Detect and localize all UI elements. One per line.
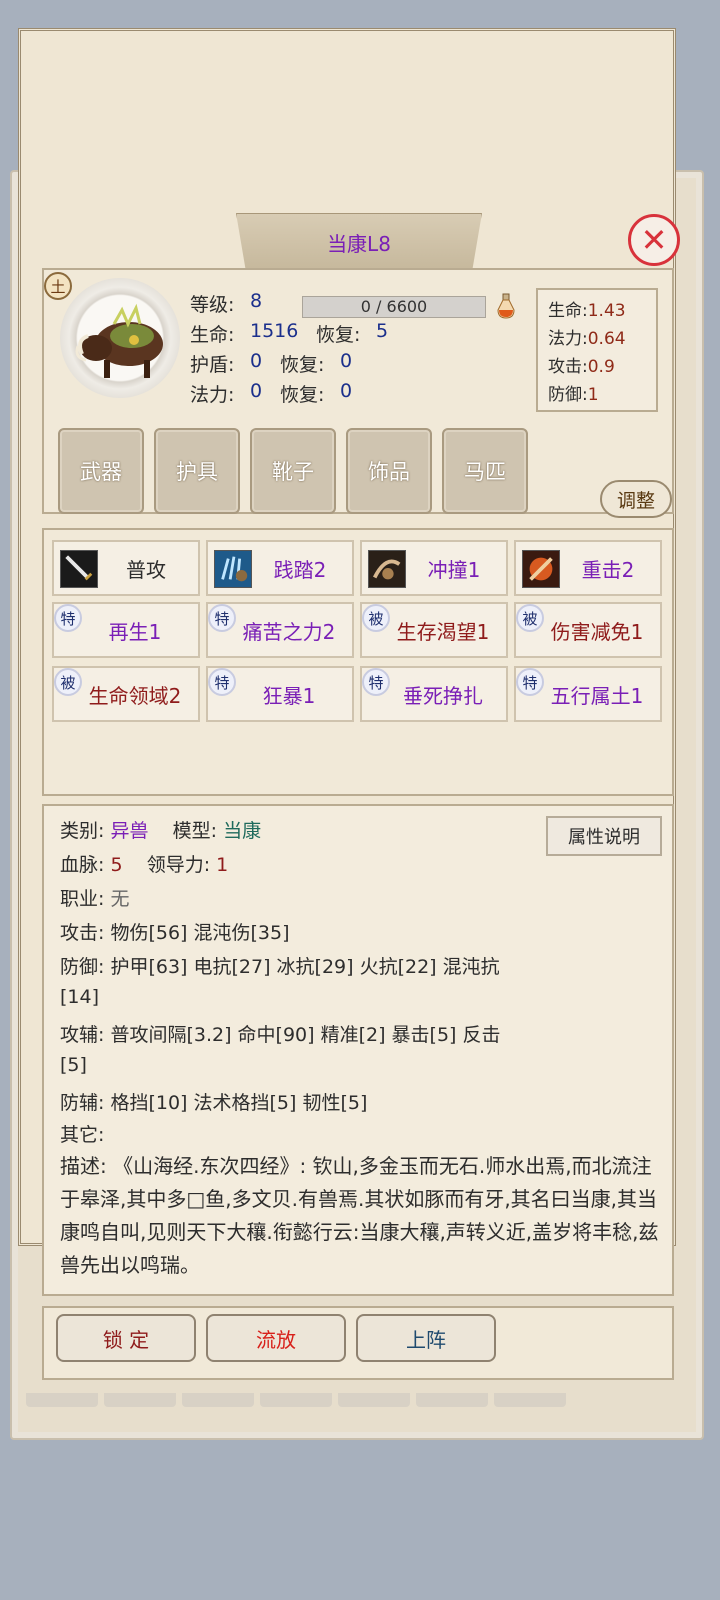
growth-row: 攻击:0.9 [548,357,615,377]
info-defense-line-cont: [14] [60,986,100,1008]
skill-label: 普攻 [126,557,166,582]
skill-slot[interactable]: 特 五行属土1 [514,666,662,722]
skill-slot[interactable]: 特 狂暴1 [206,666,354,722]
charge-icon [368,550,406,588]
info-bloodline-line: 血脉: 5 领导力: 1 [60,854,229,876]
heavy-strike-icon [522,550,560,588]
bottom-tab[interactable] [416,1393,488,1407]
bottom-tab[interactable] [182,1393,254,1407]
growth-row: 生命:1.43 [548,301,626,321]
skill-label: 践踏2 [273,557,327,582]
growth-row: 防御:1 [548,385,599,405]
hp-regen-value: 5 [376,320,389,342]
adjust-button[interactable]: 调整 [600,480,672,518]
shield-value: 0 [250,350,263,372]
skill-slot[interactable]: 普攻 [52,540,200,596]
info-other-line: 其它: [60,1124,105,1146]
equip-slot-weapon[interactable]: 武器 [58,428,144,514]
bottom-tab[interactable] [338,1393,410,1407]
skill-label: 生命领域2 [88,683,182,708]
info-def-aux-line: 防辅: 格挡[10] 法术格挡[5] 韧性[5] [60,1092,368,1114]
skill-slot[interactable]: 被 生存渴望1 [360,602,508,658]
skill-label: 五行属土1 [550,683,644,708]
growth-box: 生命:1.43 法力:0.64 攻击:0.9 防御:1 [536,288,658,412]
skill-label: 痛苦之力2 [242,619,336,644]
skill-slot[interactable]: 被 生命领域2 [52,666,200,722]
hp-regen-label: 恢复: [316,324,361,346]
mp-regen-label: 恢复: [280,384,325,406]
element-badge: 土 [44,272,72,300]
deploy-button[interactable]: 上阵 [356,1314,496,1362]
lock-button[interactable]: 锁 定 [56,1314,196,1362]
equip-slot-armor[interactable]: 护具 [154,428,240,514]
skill-slot[interactable]: 冲撞1 [360,540,508,596]
growth-row: 法力:0.64 [548,329,626,349]
pet-title: 当康L8 [327,231,391,256]
exp-text: 0 / 6600 [360,297,428,316]
info-category-line: 类别: 异兽 模型: 当康 [60,820,262,842]
stomp-icon [214,550,252,588]
boar-icon [75,303,163,378]
mp-value: 0 [250,380,263,402]
hp-label: 生命: [190,324,235,346]
level-value: 8 [250,290,263,312]
mp-label: 法力: [190,384,235,406]
bottom-tab[interactable] [104,1393,176,1407]
info-job-line: 职业: 无 [60,888,130,910]
sword-icon [60,550,98,588]
skill-slot[interactable]: 特 痛苦之力2 [206,602,354,658]
skill-label: 狂暴1 [262,683,316,708]
level-label: 等级: [190,294,235,316]
info-atk-aux-line-cont: [5] [60,1054,87,1076]
skill-label: 伤害减免1 [550,619,644,644]
title-plate: 当康L8 [236,213,482,271]
bottom-tab[interactable] [26,1393,98,1407]
skill-label: 重击2 [581,557,635,582]
attribute-help-button[interactable]: 属性说明 [546,816,662,856]
exp-bar: 0 / 6600 [302,296,486,318]
bottom-tab[interactable] [494,1393,566,1407]
equip-slot-horse[interactable]: 马匹 [442,428,528,514]
shield-regen-value: 0 [340,350,353,372]
close-icon: ✕ [640,221,668,259]
exp-potion-icon[interactable] [494,292,518,320]
description-text: 描述: 《山海经.东次四经》: 钦山,多金玉而无石.师水出焉,而北流注于皋泽,其… [60,1154,659,1277]
pet-avatar[interactable] [54,274,182,404]
shield-regen-label: 恢复: [280,354,325,376]
skill-slot[interactable]: 践踏2 [206,540,354,596]
skill-label: 再生1 [108,619,162,644]
info-attack-line: 攻击: 物伤[56] 混沌伤[35] [60,922,290,944]
equip-slot-boots[interactable]: 靴子 [250,428,336,514]
close-button[interactable]: ✕ [628,214,680,266]
info-atk-aux-line: 攻辅: 普攻间隔[3.2] 命中[90] 精准[2] 暴击[5] 反击 [60,1024,501,1046]
info-defense-line: 防御: 护甲[63] 电抗[27] 冰抗[29] 火抗[22] 混沌抗 [60,956,500,978]
hp-value: 1516 [250,320,299,342]
skill-slot[interactable]: 特 垂死挣扎 [360,666,508,722]
release-button[interactable]: 流放 [206,1314,346,1362]
skill-slot[interactable]: 被 伤害减免1 [514,602,662,658]
mp-regen-value: 0 [340,380,353,402]
equip-slot-accessory[interactable]: 饰品 [346,428,432,514]
skill-label: 生存渴望1 [396,619,490,644]
skill-label: 冲撞1 [427,557,481,582]
bottom-tab[interactable] [260,1393,332,1407]
skill-slot[interactable]: 特 再生1 [52,602,200,658]
skill-label: 垂死挣扎 [403,683,483,708]
skill-slot[interactable]: 重击2 [514,540,662,596]
shield-label: 护盾: [190,354,235,376]
